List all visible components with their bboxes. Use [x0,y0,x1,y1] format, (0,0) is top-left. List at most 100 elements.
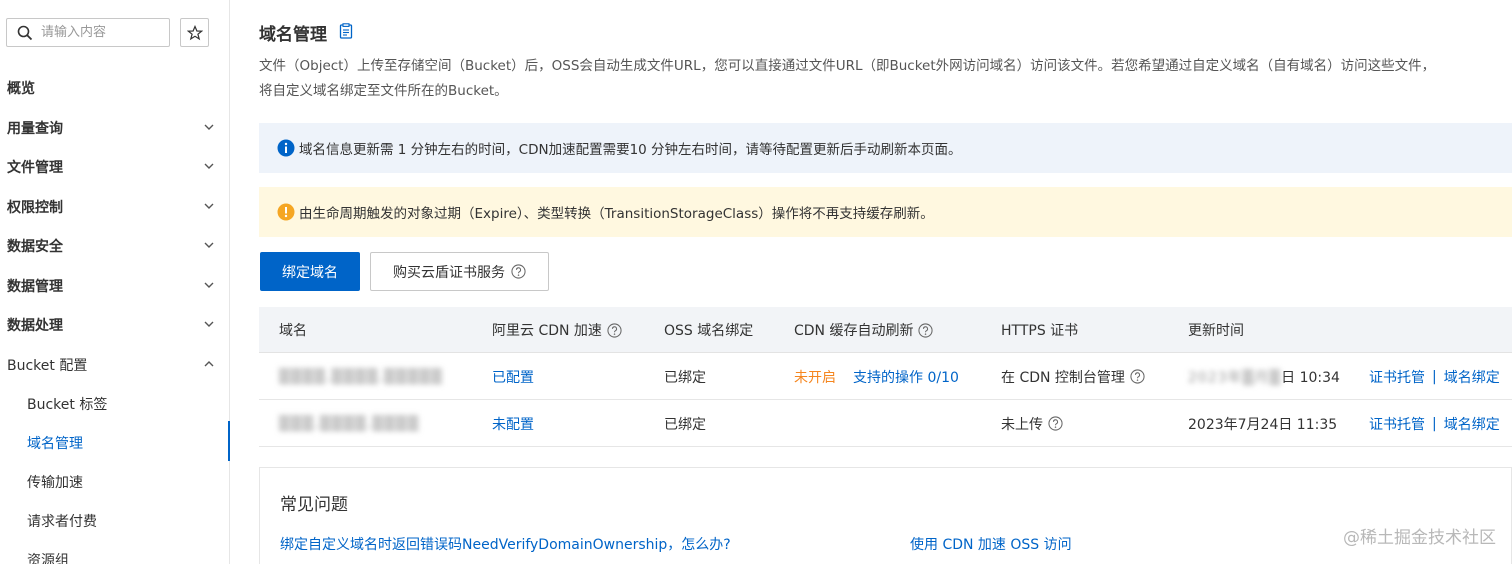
sidebar-item-data-security[interactable]: 数据安全 [0,226,229,265]
help-icon[interactable] [1130,369,1145,384]
help-icon[interactable] [1048,416,1063,431]
sidebar-item-permissions[interactable]: 权限控制 [0,187,229,226]
sidebar-item-label: 数据处理 [7,317,63,334]
main-content: 域名管理 文件（Object）上传至存储空间（Bucket）后，OSS会自动生成… [259,0,1512,564]
chevron-down-icon [204,282,214,288]
column-header-label: 更新时间 [1188,323,1244,339]
search-box[interactable] [6,18,170,47]
oss-bind-status: 已绑定 [664,416,706,433]
column-header-oss-bind: OSS 域名绑定 [664,307,753,353]
sidebar-item-files[interactable]: 文件管理 [0,147,229,186]
oss-bind-status: 已绑定 [664,369,706,386]
actions-cell: 证书托管 | 域名绑定 [1369,353,1500,400]
faq-link-cdn-oss[interactable]: 使用 CDN 加速 OSS 访问 [910,534,1072,554]
domain-value: ▒▒▒.▒▒▒▒.▒▒▒▒ [279,415,420,432]
cdn-status-link[interactable]: 已配置 [492,353,534,400]
chevron-down-icon [204,163,214,169]
domain-cell: ▒▒▒▒.▒▒▒▒.▒▒▒▒▒ [279,353,443,400]
sidebar-subitem-label: 域名管理 [27,435,83,452]
domain-bind-link[interactable]: 域名绑定 [1444,414,1500,434]
sidebar-item-label: 文件管理 [7,159,63,176]
table-row: ▒▒▒▒.▒▒▒▒.▒▒▒▒▒ 已配置 已绑定 未开启 支持的操作 0/10 在… [259,353,1512,400]
column-header-cdn: 阿里云 CDN 加速 [492,307,622,353]
https-value: 在 CDN 控制台管理 [1001,369,1125,386]
page-description: 文件（Object）上传至存储空间（Bucket）后，OSS会自动生成文件URL… [259,54,1512,104]
cdn-status-link[interactable]: 未配置 [492,400,534,447]
actions-cell: 证书托管 | 域名绑定 [1369,400,1500,447]
sidebar-subitem-domain-management[interactable]: 域名管理 [0,423,229,462]
action-separator: | [1432,415,1437,432]
sidebar-subitem-label: 传输加速 [27,474,83,491]
sidebar: 概览 用量查询 文件管理 权限控制 数据安全 数据管理 数据处理 Bucket … [0,0,230,564]
favorite-button[interactable] [180,18,209,47]
sidebar-item-label: 概览 [7,80,35,97]
column-header-cdn-refresh: CDN 缓存自动刷新 [794,307,934,353]
cert-hosting-link[interactable]: 证书托管 [1369,414,1425,434]
sidebar-item-label: Bucket 配置 [7,357,88,374]
sidebar-item-label: 数据安全 [7,238,63,255]
chevron-down-icon [204,321,214,327]
help-icon[interactable] [607,322,622,338]
chevron-down-icon [204,124,214,130]
sidebar-subitem-bucket-tags[interactable]: Bucket 标签 [0,384,229,423]
buy-certificate-button[interactable]: 购买云盾证书服务 [370,252,549,291]
info-icon [277,139,295,157]
warning-notice: 由生命周期触发的对象过期（Expire）、类型转换（TransitionStor… [259,187,1512,237]
domain-cell: ▒▒▒.▒▒▒▒.▒▒▒▒ [279,400,419,447]
buy-certificate-label: 购买云盾证书服务 [393,264,505,281]
search-icon [17,25,33,41]
updated-cell: 2023年▒月▒ 日 10:34 [1188,353,1340,400]
sidebar-subitem-label: Bucket 标签 [27,396,108,413]
description-line: 文件（Object）上传至存储空间（Bucket）后，OSS会自动生成文件URL… [259,58,1436,74]
page-title: 域名管理 [259,25,327,45]
sidebar-subitem-label: 请求者付费 [27,513,97,530]
action-separator: | [1432,368,1437,385]
column-header-domain: 域名 [279,307,307,353]
info-notice: 域名信息更新需 1 分钟左右的时间，CDN加速配置需要10 分钟左右时间，请等待… [259,123,1512,173]
sidebar-item-label: 数据管理 [7,278,63,295]
sidebar-item-data-processing[interactable]: 数据处理 [0,305,229,344]
column-header-label: CDN 缓存自动刷新 [794,323,914,339]
column-header-label: OSS 域名绑定 [664,323,754,339]
column-header-updated: 更新时间 [1188,307,1244,353]
star-icon [186,24,203,40]
domain-bind-link[interactable]: 域名绑定 [1444,367,1500,387]
sidebar-subitem-requester-pays[interactable]: 请求者付费 [0,501,229,540]
refresh-status: 未开启 [794,369,836,386]
sidebar-item-usage[interactable]: 用量查询 [0,108,229,147]
https-cell: 未上传 [1001,400,1063,447]
warning-icon [277,203,295,221]
sidebar-subitem-transfer-acceleration[interactable]: 传输加速 [0,462,229,501]
table-row: ▒▒▒.▒▒▒▒.▒▒▒▒ 未配置 已绑定 未上传 2023年7月24日 11:… [259,400,1512,447]
help-icon [511,264,526,279]
sidebar-item-overview[interactable]: 概览 [0,68,229,107]
active-indicator [228,421,230,461]
document-icon[interactable] [339,23,353,39]
cert-hosting-link[interactable]: 证书托管 [1369,367,1425,387]
updated-value: 日 10:34 [1281,369,1340,386]
supported-operations-link[interactable]: 支持的操作 0/10 [853,353,959,400]
warning-notice-text: 由生命周期触发的对象过期（Expire）、类型转换（TransitionStor… [299,206,934,222]
https-value: 未上传 [1001,416,1043,433]
domain-value: ▒▒▒▒.▒▒▒▒.▒▒▒▒▒ [279,368,443,385]
help-icon[interactable] [918,322,934,338]
faq-link-verify-domain[interactable]: 绑定自定义域名时返回错误码NeedVerifyDomainOwnership，怎… [280,534,731,554]
faq-title: 常见问题 [280,495,348,515]
sidebar-subitem-label: 资源组 [27,552,69,564]
updated-cell: 2023年7月24日 11:35 [1188,400,1337,447]
watermark: @稀土掘金技术社区 [1343,528,1496,548]
chevron-up-icon [204,361,214,367]
chevron-down-icon [204,203,214,209]
table-header: 域名 阿里云 CDN 加速 OSS 域名绑定 CDN 缓存自动刷新 HTTPS … [259,307,1512,353]
sidebar-item-bucket-config[interactable]: Bucket 配置 [0,345,229,384]
faq-panel: 常见问题 绑定自定义域名时返回错误码NeedVerifyDomainOwners… [259,467,1512,564]
sidebar-item-label: 用量查询 [7,120,63,137]
bind-domain-button[interactable]: 绑定域名 [260,252,360,291]
sidebar-item-data-management[interactable]: 数据管理 [0,266,229,305]
sidebar-subitem-resource-group[interactable]: 资源组 [0,540,229,564]
search-input[interactable] [41,22,165,43]
column-header-label: HTTPS 证书 [1001,323,1079,339]
https-cell: 在 CDN 控制台管理 [1001,353,1145,400]
info-notice-text: 域名信息更新需 1 分钟左右的时间，CDN加速配置需要10 分钟左右时间，请等待… [299,142,962,158]
chevron-down-icon [204,242,214,248]
